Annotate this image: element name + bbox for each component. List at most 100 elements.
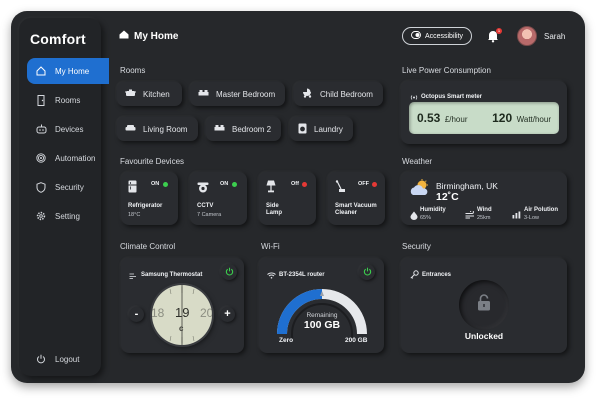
avatar[interactable] [517, 26, 537, 46]
thermostat-dial[interactable]: 18 19 20 c [152, 285, 212, 345]
room-label: Master Bedroom [216, 89, 276, 99]
sidebar-item-devices[interactable]: Devices [27, 116, 101, 142]
dial-unit: c [179, 324, 184, 333]
status-dot [372, 182, 377, 187]
weather-location: Birmingham, UK [436, 181, 498, 191]
page-title-text: My Home [134, 30, 179, 42]
home-icon [119, 30, 129, 42]
security-heading: Security [402, 242, 431, 251]
wind-label: Wind [477, 207, 492, 213]
device-card-vacuum[interactable]: OFF Smart Vacuum Cleaner [328, 172, 385, 225]
sidebar-item-label: Automation [55, 153, 96, 163]
key-icon [410, 266, 419, 284]
device-card-cctv[interactable]: ON CCTV 7 Camera [190, 172, 247, 225]
humidity-label: Humidity [420, 207, 446, 213]
meter-display: 0.53 £/hour 120 Watt/hour [409, 102, 559, 134]
vacuum-icon [335, 180, 347, 198]
gauge-min-label: Zero [279, 337, 294, 344]
temperature-decrease-button[interactable]: - [129, 307, 144, 322]
device-name: Side Lamp [266, 203, 283, 216]
gear-icon [33, 211, 49, 221]
air-quality-icon [512, 206, 521, 224]
dial-temp-current: 19 [175, 305, 190, 320]
device-name: Refrigerator [128, 203, 163, 209]
cost-value: 0.53 [417, 111, 441, 125]
shield-icon [33, 181, 49, 193]
kitchen-icon [125, 89, 136, 100]
device-status: ON [220, 181, 229, 187]
room-laundry[interactable]: Laundry [290, 117, 353, 141]
lock-toggle-button[interactable] [459, 280, 509, 330]
device-sub: 7 Camera [197, 212, 222, 218]
room-child-bedroom[interactable]: Child Bedroom [294, 82, 383, 106]
device-status: OFF [358, 181, 369, 187]
device-status: Off [291, 181, 299, 187]
accessibility-label: Accessibility [424, 32, 464, 40]
sidebar-item-label: Security [55, 182, 84, 192]
user-name: Sarah [544, 32, 566, 41]
room-label: Laundry [314, 124, 343, 134]
room-living-room[interactable]: Living Room [117, 117, 198, 141]
sofa-icon [125, 124, 136, 134]
logout-label: Logout [55, 354, 80, 364]
room-bedroom-2[interactable]: Bedroom 2 [206, 117, 281, 141]
dial-temp-high: 20 [200, 306, 212, 320]
power-heading: Live Power Consumption [402, 66, 491, 75]
thermostat-title: Samsung Thermostat [129, 266, 202, 284]
notification-badge: 1 [496, 28, 502, 34]
sidebar-item-my-home[interactable]: My Home [27, 58, 109, 84]
app-logo: Comfort [30, 31, 86, 47]
weather-heading: Weather [402, 157, 433, 166]
logout-button[interactable]: Logout [27, 354, 79, 364]
room-label: Child Bedroom [320, 89, 373, 99]
weather-temperature: 12˚C [436, 191, 459, 203]
sidebar-item-automation[interactable]: Automation [27, 145, 101, 171]
page-title: My Home [119, 30, 178, 42]
room-label: Living Room [143, 124, 188, 134]
dial-temp-low: 18 [152, 306, 165, 320]
room-master-bedroom[interactable]: Master Bedroom [190, 82, 285, 106]
temperature-increase-button[interactable]: + [220, 307, 235, 322]
thermostat-icon [129, 266, 138, 284]
humidity-value: 65% [420, 215, 432, 221]
lamp-icon [266, 180, 276, 198]
sidebar-item-label: My Home [55, 66, 90, 76]
watt-value: 120 [492, 111, 513, 125]
home-icon [33, 66, 49, 76]
sidebar-item-label: Setting [55, 211, 80, 221]
climate-heading: Climate Control [120, 242, 176, 251]
robot-icon [33, 124, 49, 134]
accessibility-button[interactable]: Accessibility [402, 27, 472, 45]
air-label: Air Polution [524, 207, 558, 213]
padlock-icon [477, 294, 491, 316]
room-kitchen[interactable]: Kitchen [117, 82, 182, 106]
sidebar-item-label: Devices [55, 124, 84, 134]
device-sub: 18°C [128, 212, 141, 218]
sidebar: Comfort My Home Rooms Devices Automation… [19, 18, 109, 376]
status-dot [163, 182, 168, 187]
door-icon [33, 94, 49, 106]
remaining-label: Remaining [306, 312, 338, 319]
device-card-refrigerator[interactable]: ON Refrigerator 18°C [121, 172, 178, 225]
sidebar-item-setting[interactable]: Setting [27, 203, 101, 229]
sidebar-item-security[interactable]: Security [27, 174, 101, 200]
sidebar-item-rooms[interactable]: Rooms [27, 87, 101, 113]
cctv-icon [197, 180, 209, 198]
status-dot [232, 182, 237, 187]
lock-status: Unlocked [464, 331, 504, 341]
device-card-side-lamp[interactable]: Off Side Lamp [259, 172, 316, 225]
thermostat-power-button[interactable] [221, 264, 237, 280]
power-icon [33, 354, 49, 364]
device-name: Smart Vacuum Cleaner [335, 203, 377, 216]
entrances-label: Entrances [422, 272, 452, 278]
accessibility-icon [410, 31, 421, 41]
power-icon [225, 263, 234, 281]
humidity-icon [410, 207, 418, 225]
remaining-value: 100 GB [303, 319, 341, 331]
stroller-icon [302, 88, 313, 100]
sidebar-item-label: Rooms [55, 95, 81, 105]
bed-icon [214, 124, 225, 134]
refrigerator-icon [128, 180, 137, 198]
cost-unit: £/hour [444, 115, 468, 124]
entrances-title: Entrances [410, 266, 451, 284]
